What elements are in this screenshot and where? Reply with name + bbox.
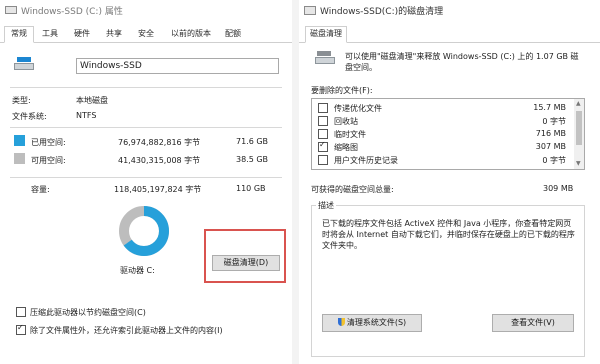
free-space-size: 38.5 GB (236, 155, 269, 164)
free-space-label: 可用空间: (31, 156, 66, 165)
file-size: 15.7 MB (533, 103, 566, 112)
capacity-size: 110 GB (236, 184, 266, 193)
description-text: 已下载的程序文件包括 ActiveX 控件和 Java 小程序，你查看特定网页时… (322, 219, 575, 250)
properties-titlebar: Windows-SSD (C:) 属性 (0, 0, 292, 20)
files-scrollbar[interactable]: ▲ ▼ (574, 99, 584, 169)
scroll-down-arrow-icon[interactable]: ▼ (576, 160, 581, 167)
drive-name-input[interactable]: Windows-SSD (76, 58, 279, 74)
file-checkbox[interactable] (318, 103, 328, 113)
total-gain-value: 309 MB (543, 184, 574, 193)
file-row[interactable]: 传递优化文件 15.7 MB (312, 102, 584, 114)
properties-tabbar: 常规 工具 硬件 共享 安全 以前的版本 配额 (0, 26, 292, 43)
used-space-label: 已用空间: (31, 138, 66, 147)
tab-previous-versions[interactable]: 以前的版本 (164, 27, 218, 41)
window-gap (292, 0, 299, 364)
tab-sharing[interactable]: 共享 (100, 27, 128, 41)
scroll-up-arrow-icon[interactable]: ▲ (576, 100, 581, 107)
file-row[interactable]: 回收站 0 字节 (312, 115, 584, 127)
free-space-bytes: 41,430,315,008 字节 (118, 156, 201, 165)
clean-system-files-label: 清理系统文件(S) (346, 318, 407, 327)
cleanup-intro: 可以使用"磁盘清理"来释放 Windows-SSD (C:) 上的 1.07 G… (345, 52, 579, 72)
file-name: 临时文件 (334, 130, 366, 139)
disk-cleanup-button[interactable]: 磁盘清理(D) (212, 255, 280, 271)
index-label[interactable]: 除了文件属性外，还允许索引此驱动器上文件的内容(I) (30, 325, 223, 336)
tab-security[interactable]: 安全 (132, 27, 160, 41)
file-size: 716 MB (535, 129, 566, 138)
file-size: 307 MB (535, 142, 566, 151)
file-checkbox[interactable] (318, 129, 328, 139)
capacity-label: 容量: (31, 185, 50, 194)
shield-icon (337, 318, 345, 326)
cleanup-title-icon (304, 5, 316, 15)
separator (10, 87, 282, 88)
free-color-swatch (14, 153, 25, 164)
window-title: Windows-SSD (C:) 属性 (21, 6, 123, 17)
type-label: 类型: (12, 96, 31, 105)
index-checkbox[interactable] (16, 323, 26, 335)
used-color-swatch (14, 135, 25, 146)
file-checkbox[interactable] (318, 116, 328, 126)
used-space-size: 71.6 GB (236, 137, 269, 146)
cleanup-window-title: Windows-SSD(C:)的磁盘清理 (320, 6, 444, 17)
file-checkbox[interactable] (318, 155, 328, 165)
file-size: 0 字节 (542, 156, 566, 165)
drive-icon (14, 57, 34, 71)
tab-general[interactable]: 常规 (4, 26, 34, 43)
drive-letter-label: 驱动器 C: (120, 266, 155, 275)
cleanup-drive-icon (315, 51, 335, 65)
files-to-delete-label: 要删除的文件(F): (311, 86, 373, 95)
file-row[interactable]: 用户文件历史记录 0 字节 (312, 154, 584, 166)
compress-checkbox[interactable] (16, 307, 26, 317)
description-title: 描述 (316, 200, 336, 211)
file-checkbox[interactable] (318, 140, 328, 152)
used-space-bytes: 76,974,882,816 字节 (118, 138, 201, 147)
file-name: 用户文件历史记录 (334, 156, 398, 165)
file-name: 传递优化文件 (334, 104, 382, 113)
total-gain-label: 可获得的磁盘空间总量: (311, 185, 394, 194)
file-row[interactable]: 临时文件 716 MB (312, 128, 584, 140)
cleanup-titlebar: Windows-SSD(C:)的磁盘清理 (299, 0, 600, 20)
view-files-button[interactable]: 查看文件(V) (492, 314, 574, 332)
drive-title-icon (5, 6, 17, 14)
tab-hardware[interactable]: 硬件 (68, 27, 96, 41)
tab-disk-cleanup[interactable]: 磁盘清理 (305, 26, 347, 43)
compress-label[interactable]: 压缩此驱动器以节约磁盘空间(C) (30, 307, 146, 318)
capacity-bytes: 118,405,197,824 字节 (114, 185, 202, 194)
tab-quota[interactable]: 配额 (220, 27, 246, 41)
drive-name-value: Windows-SSD (80, 61, 142, 71)
cleanup-tabbar: 磁盘清理 (299, 26, 600, 43)
filesystem-label: 文件系统: (12, 112, 47, 121)
separator (10, 177, 282, 178)
general-panel: Windows-SSD 类型: 本地磁盘 文件系统: NTFS 已用空间: 76… (4, 43, 290, 361)
type-value: 本地磁盘 (76, 96, 108, 105)
file-size: 0 字节 (542, 117, 566, 126)
disk-cleanup-window: Windows-SSD(C:)的磁盘清理 磁盘清理 可以使用"磁盘清理"来释放 … (299, 0, 600, 364)
properties-window: Windows-SSD (C:) 属性 常规 工具 硬件 共享 安全 以前的版本… (0, 0, 292, 364)
filesystem-value: NTFS (76, 111, 97, 120)
file-row[interactable]: 缩略图 307 MB (312, 140, 584, 153)
usage-donut-chart (119, 206, 169, 256)
description-group: 描述 已下载的程序文件包括 ActiveX 控件和 Java 小程序，你查看特定… (311, 200, 585, 357)
clean-system-files-button[interactable]: 清理系统文件(S) (322, 314, 422, 332)
files-list[interactable]: 传递优化文件15.7 MB回收站0 字节临时文件716 MB缩略图307 MB用… (311, 98, 585, 170)
scroll-thumb[interactable] (576, 111, 582, 145)
separator (10, 127, 282, 128)
file-name: 回收站 (334, 117, 358, 126)
file-name: 缩略图 (334, 143, 358, 152)
tab-tools[interactable]: 工具 (36, 27, 64, 41)
cleanup-panel: 可以使用"磁盘清理"来释放 Windows-SSD (C:) 上的 1.07 G… (303, 43, 596, 361)
